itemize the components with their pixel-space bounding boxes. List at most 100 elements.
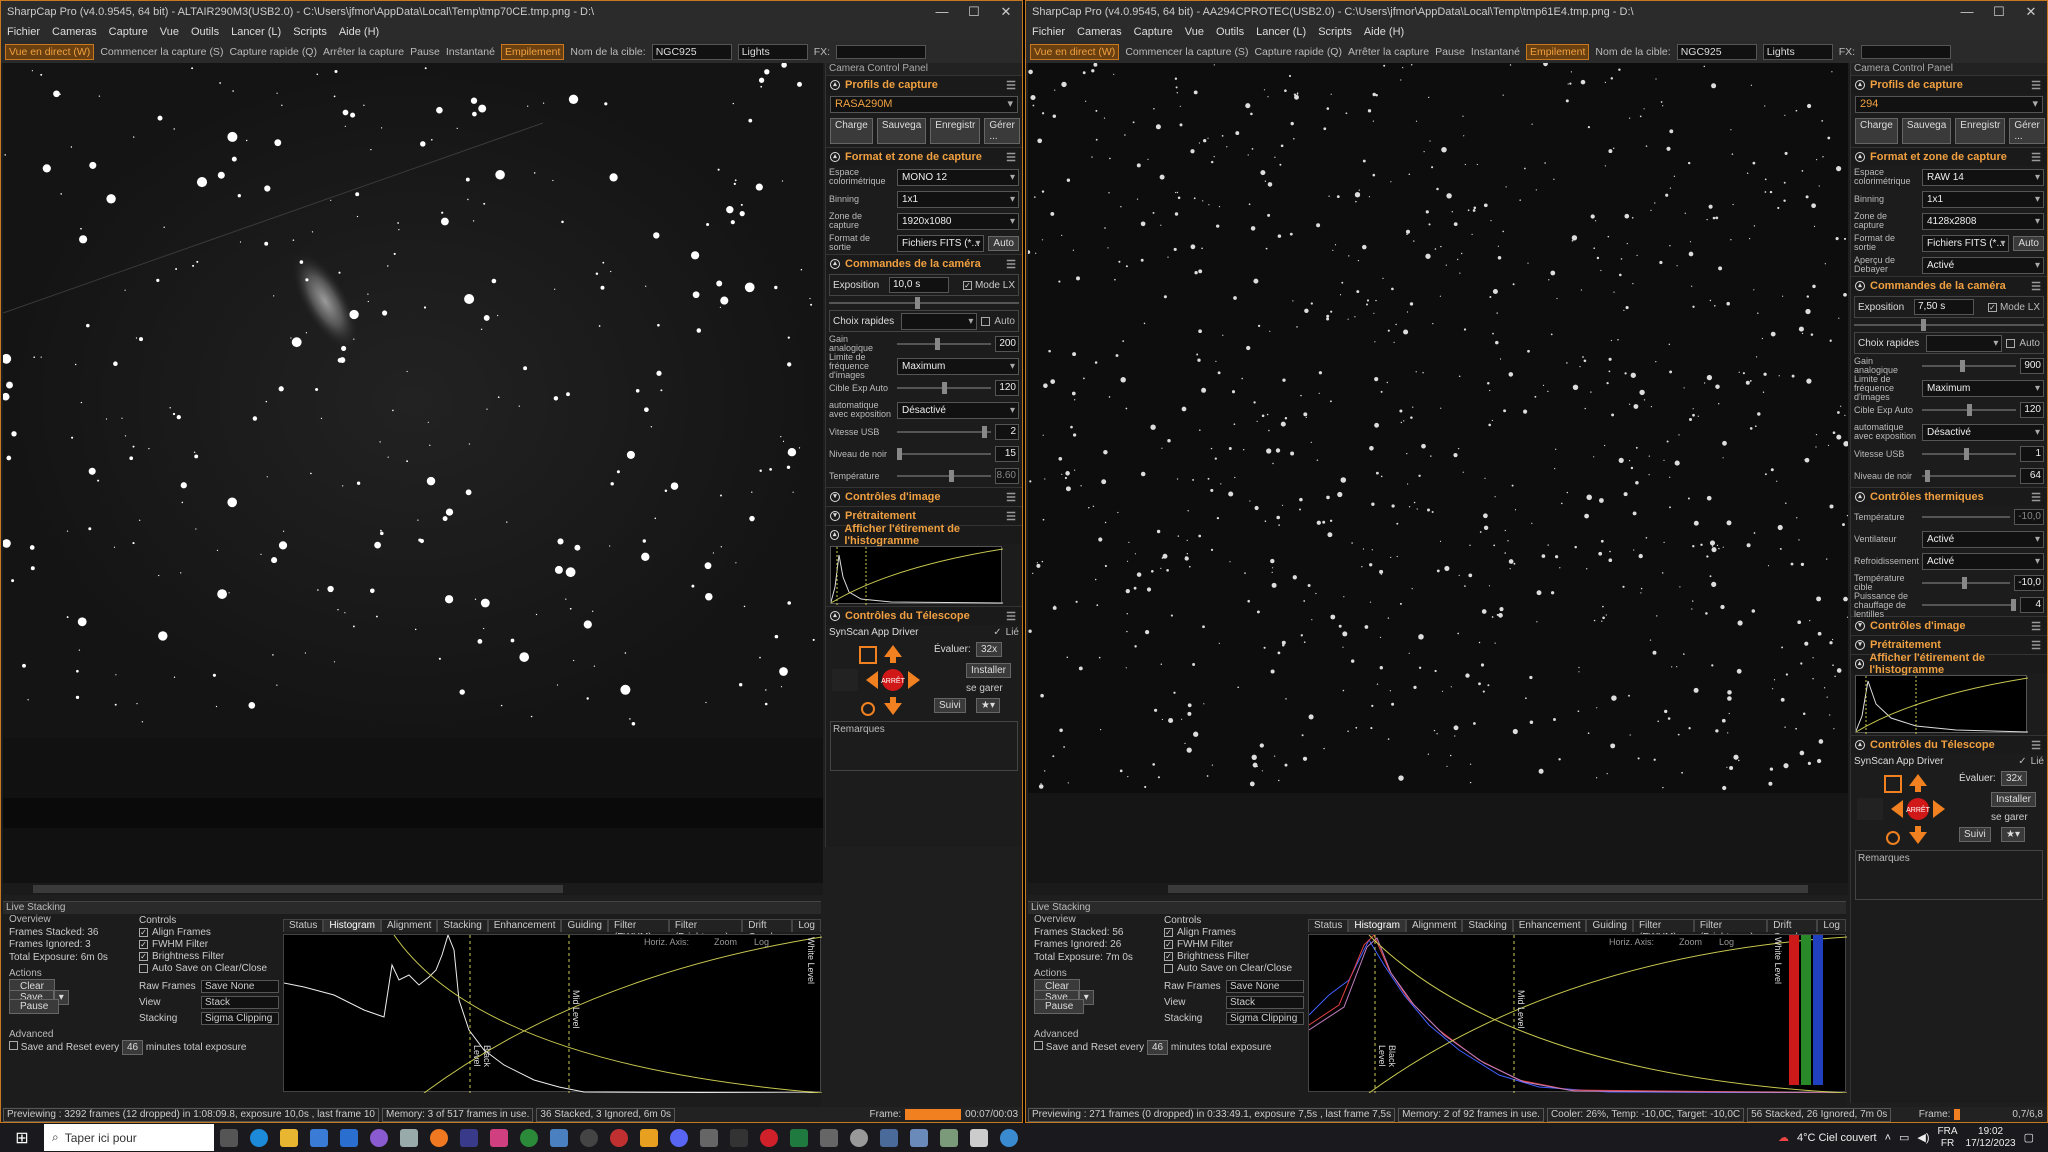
save-profile-button[interactable]: Sauvega (876, 118, 927, 144)
tab-drift-graph[interactable]: Drift Graph (1767, 919, 1818, 943)
tab-log[interactable]: Log (1817, 919, 1846, 932)
exposure-slider[interactable] (829, 297, 1019, 309)
menu-lancer[interactable]: Lancer (L) (231, 26, 281, 38)
gain-slider[interactable] (897, 338, 991, 350)
install-button[interactable]: Installer (966, 663, 1012, 678)
menu-aide[interactable]: Aide (H) (1364, 26, 1404, 38)
rate-select[interactable]: 32x (976, 642, 1003, 657)
quick-capture-button[interactable]: Capture rapide (Q) (1254, 46, 1342, 58)
save-reset-checkbox[interactable] (1034, 1041, 1043, 1050)
menu-fichier[interactable]: Fichier (7, 26, 40, 38)
app-icon[interactable] (454, 1123, 484, 1152)
frame-rate-select[interactable]: Maximum (1922, 379, 2044, 397)
app-icon[interactable] (604, 1123, 634, 1152)
clock[interactable]: 19:02 17/12/2023 (1966, 1126, 2016, 1150)
fwhm-filter-checkbox[interactable]: ✓ (1164, 939, 1173, 949)
quick-choice-select[interactable] (901, 312, 978, 330)
tab-filter-brightness[interactable]: Filter (Brightness) (1693, 919, 1768, 943)
section-format[interactable]: ▴ Format et zone de capture ☰ (826, 147, 1022, 166)
lens-heater-slider[interactable] (1922, 599, 2017, 611)
app-icon[interactable] (964, 1123, 994, 1152)
exposure-input[interactable]: 10,0 s (889, 277, 949, 293)
zoom-checkbox[interactable]: Zoom (714, 937, 737, 947)
stack-histogram[interactable]: Horiz. Axis: Zoom Log Black Level Mid Le… (283, 933, 823, 1094)
pause-button[interactable]: Pause (410, 46, 440, 58)
rate-select[interactable]: 32x (2001, 771, 2028, 786)
park-checkbox[interactable]: se garer (1991, 812, 2028, 823)
auto-save-checkbox[interactable] (1164, 963, 1173, 973)
network-icon[interactable]: ▭ (1899, 1131, 1909, 1144)
tab-stacking[interactable]: Stacking (1462, 919, 1513, 932)
menu-lancer[interactable]: Lancer (L) (1256, 26, 1306, 38)
save-profile-button[interactable]: Sauvega (1901, 118, 1952, 144)
opera-icon[interactable] (754, 1123, 784, 1152)
minimize-icon[interactable]: — (1951, 4, 1983, 20)
app-icon[interactable] (634, 1123, 664, 1152)
language-indicator[interactable]: FRA FR (1938, 1126, 1958, 1150)
chevron-up-icon[interactable]: ˄ (1885, 1132, 1891, 1144)
lens-heater-input[interactable]: 4 (2020, 597, 2044, 613)
target-temp-input[interactable]: -10,0 (2014, 575, 2044, 591)
maximize-icon[interactable]: ☐ (1983, 4, 2015, 20)
auto-exp-target-input[interactable]: 120 (2020, 402, 2044, 418)
auto-save-checkbox[interactable] (139, 963, 148, 973)
minutes-input[interactable]: 46 (1146, 1040, 1169, 1055)
pause-button[interactable]: Pause (1435, 46, 1465, 58)
mode-lx-checkbox[interactable]: ✓ (1987, 302, 1997, 312)
color-space-select[interactable]: MONO 12 (897, 168, 1019, 186)
app-icon[interactable] (814, 1123, 844, 1152)
saveas-profile-button[interactable]: Enregistr (930, 118, 981, 144)
align-frames-checkbox[interactable]: ✓ (1164, 927, 1173, 937)
align-frames-checkbox[interactable]: ✓ (139, 927, 148, 937)
edge-icon[interactable] (244, 1123, 274, 1152)
tab-filter-fwhm[interactable]: Filter (FWHM) (1632, 919, 1694, 943)
start-capture-button[interactable]: Commencer la capture (S) (100, 46, 223, 58)
mode-lx-checkbox[interactable]: ✓ (962, 280, 972, 290)
app-icon[interactable] (364, 1123, 394, 1152)
section-camera-controls[interactable]: ▴ Commandes de la caméra ☰ (826, 254, 1022, 273)
menu-scripts[interactable]: Scripts (1318, 26, 1352, 38)
stack-button[interactable]: Empilement (500, 44, 565, 60)
capture-area-select[interactable]: 4128x2808 (1922, 212, 2044, 230)
menu-capture[interactable]: Capture (109, 26, 148, 38)
linked-checkbox[interactable]: ✓ (2018, 756, 2026, 767)
tab-enhancement[interactable]: Enhancement (1512, 919, 1587, 932)
remarks-box[interactable]: Remarques (830, 721, 1018, 771)
park-checkbox[interactable]: se garer (966, 683, 1003, 694)
section-format[interactable]: ▴ Format et zone de capture ☰ (1851, 147, 2047, 166)
stretch-histogram[interactable] (1855, 675, 2029, 734)
log-checkbox[interactable]: Log (754, 937, 769, 947)
auto-exposure-select[interactable]: Désactivé (1922, 423, 2044, 441)
section-camera-controls[interactable]: ▴ Commandes de la caméra ☰ (1851, 276, 2047, 295)
start-icon[interactable]: ⊞ (0, 1128, 44, 1148)
minutes-input[interactable]: 46 (121, 1040, 144, 1055)
tab-filter-fwhm[interactable]: Filter (FWHM) (607, 919, 669, 943)
volume-icon[interactable]: ◀) (1917, 1131, 1929, 1144)
app-icon[interactable] (874, 1123, 904, 1152)
tab-stacking[interactable]: Stacking (437, 919, 488, 932)
profile-select[interactable]: 294 (1855, 96, 2043, 113)
exposure-input[interactable]: 7,50 s (1914, 299, 1974, 315)
menu-outils[interactable]: Outils (191, 26, 219, 38)
app-icon[interactable] (544, 1123, 574, 1152)
section-image-controls[interactable]: ▾ Contrôles d'image ☰ (826, 487, 1022, 506)
black-level-input[interactable]: 64 (2020, 468, 2044, 484)
usb-speed-input[interactable]: 1 (2020, 446, 2044, 462)
menu-vue[interactable]: Vue (160, 26, 179, 38)
maximize-icon[interactable]: ☐ (958, 4, 990, 20)
mail-icon[interactable] (334, 1123, 364, 1152)
stretch-histogram[interactable] (830, 546, 1004, 605)
output-format-select[interactable]: Fichiers FITS (*... (1922, 234, 2010, 252)
cooling-select[interactable]: Activé (1922, 552, 2044, 570)
black-level-slider[interactable] (1922, 470, 2016, 482)
gain-slider[interactable] (1922, 360, 2016, 372)
tab-guiding[interactable]: Guiding (561, 919, 608, 932)
raw-frames-select[interactable]: Save None (1226, 979, 1304, 993)
view-select[interactable]: Stack (1226, 995, 1304, 1009)
manage-profile-button[interactable]: Gérer ... (2009, 118, 2045, 144)
view-select[interactable]: Stack (201, 995, 279, 1009)
capture-area-select[interactable]: 1920x1080 (897, 212, 1019, 230)
menu-fichier[interactable]: Fichier (1032, 26, 1065, 38)
close-icon[interactable]: ✕ (2015, 4, 2047, 20)
auto-checkbox[interactable] (981, 316, 991, 326)
